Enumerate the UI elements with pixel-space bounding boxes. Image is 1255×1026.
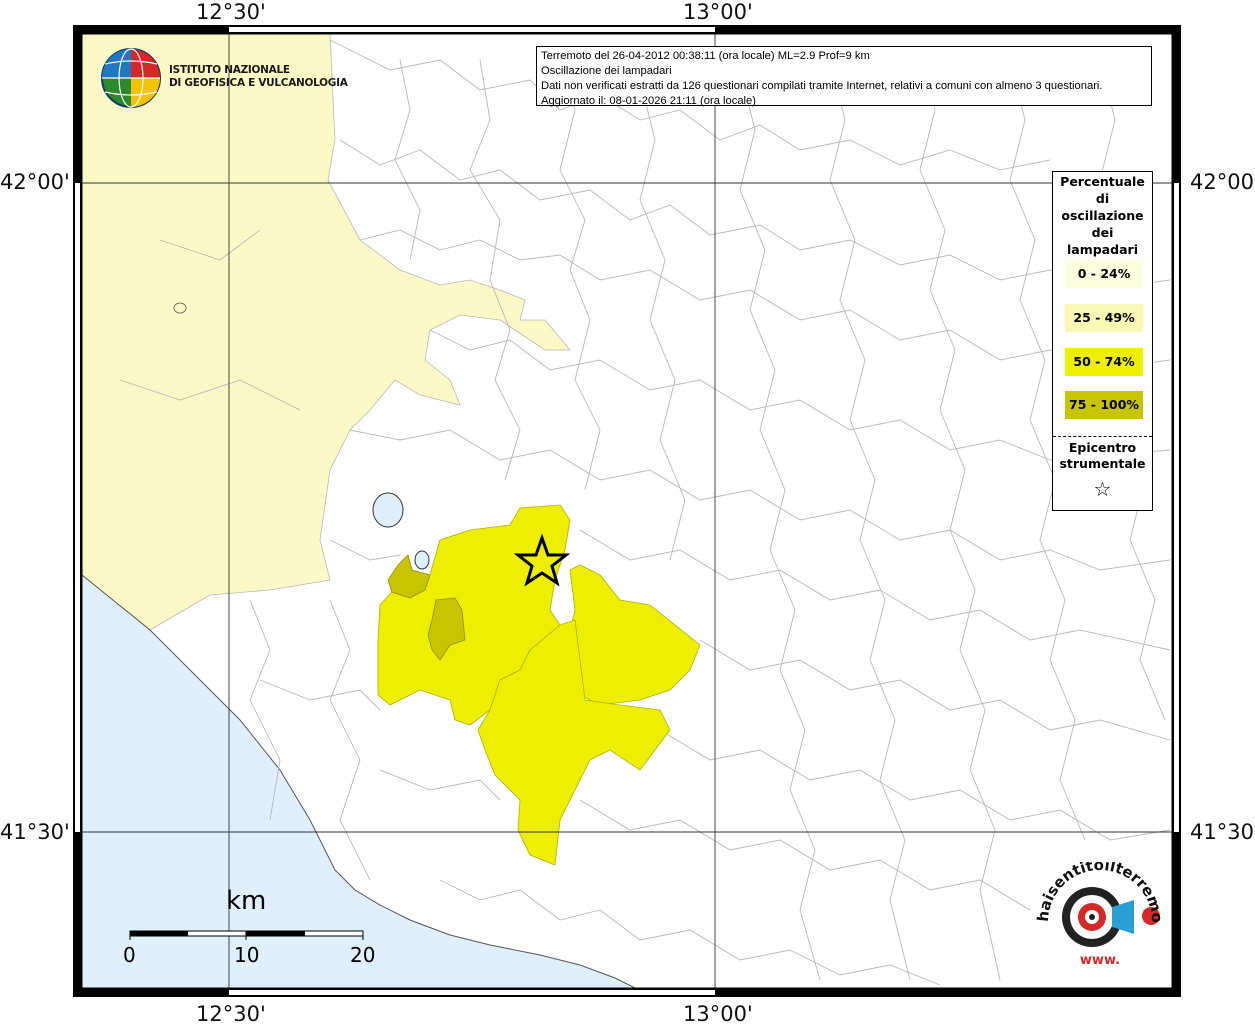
ingv-logo-line2: DI GEOFISICA E VULCANOLOGIA bbox=[169, 77, 348, 89]
lat-label-left-lower: 41°30' bbox=[0, 820, 70, 844]
legend-item-0-24: 0 - 24% bbox=[1065, 260, 1143, 288]
lat-label-right-lower: 41°30' bbox=[1190, 820, 1255, 844]
badge-www: www. bbox=[1080, 953, 1120, 968]
scale-unit: km bbox=[226, 886, 267, 916]
legend-title-line: oscillazione bbox=[1061, 208, 1144, 223]
legend-item-25-49: 25 - 49% bbox=[1065, 304, 1143, 332]
legend-title-line: Percentuale bbox=[1060, 174, 1145, 189]
lon-label-bottom-right: 13°00' bbox=[683, 1002, 753, 1026]
globe-icon bbox=[101, 48, 161, 108]
lat-label-left-upper: 42°00' bbox=[0, 170, 70, 194]
lake-bracciano bbox=[372, 492, 404, 528]
legend-item-50-74: 50 - 74% bbox=[1065, 348, 1143, 376]
lat-label-right-upper: 42°00' bbox=[1190, 170, 1255, 194]
lake-martignano bbox=[414, 550, 430, 570]
seismometer-icon: haisentitoilterremoto.it www. bbox=[1030, 862, 1166, 968]
legend-title-line: di bbox=[1095, 191, 1110, 206]
legend-epicenter-label: Epicentro strumentale bbox=[1053, 440, 1152, 472]
lon-label-top-left: 12°30' bbox=[196, 0, 266, 24]
legend-title: Percentuale di oscillazione dei lampadar… bbox=[1053, 173, 1152, 258]
info-line-disclaimer: Dati non verificati estratti da 126 ques… bbox=[541, 80, 1103, 92]
legend-separator bbox=[1053, 436, 1152, 437]
legend-item-75-100: 75 - 100% bbox=[1065, 391, 1143, 419]
ingv-logo-line1: ISTITUTO NAZIONALE bbox=[169, 64, 290, 76]
scale-tick-0: 0 bbox=[123, 943, 136, 967]
islet bbox=[173, 302, 187, 314]
scale-tick-10: 10 bbox=[234, 943, 260, 967]
info-line-updated: Aggiornato il: 08-01-2026 21:11 (ora loc… bbox=[541, 95, 756, 107]
legend-epicenter-line2: strumentale bbox=[1059, 456, 1146, 471]
earthquake-info-box: Terremoto del 26-04-2012 00:38:11 (ora l… bbox=[536, 46, 1152, 107]
scale-tick-20: 20 bbox=[350, 943, 376, 967]
info-line-parameter: Oscillazione dei lampadari bbox=[541, 65, 672, 77]
legend: Percentuale di oscillazione dei lampadar… bbox=[1052, 171, 1153, 511]
ingv-logo-text: ISTITUTO NAZIONALE DI GEOFISICA E VULCAN… bbox=[169, 64, 348, 90]
legend-title-line: lampadari bbox=[1067, 242, 1138, 257]
legend-title-line: dei bbox=[1091, 225, 1114, 240]
lon-label-top-right: 13°00' bbox=[683, 0, 753, 24]
lon-label-bottom-left: 12°30' bbox=[196, 1002, 266, 1026]
info-line-event: Terremoto del 26-04-2012 00:38:11 (ora l… bbox=[541, 50, 870, 62]
legend-epicenter-line1: Epicentro bbox=[1068, 440, 1137, 455]
star-icon: ☆ bbox=[1093, 477, 1112, 501]
